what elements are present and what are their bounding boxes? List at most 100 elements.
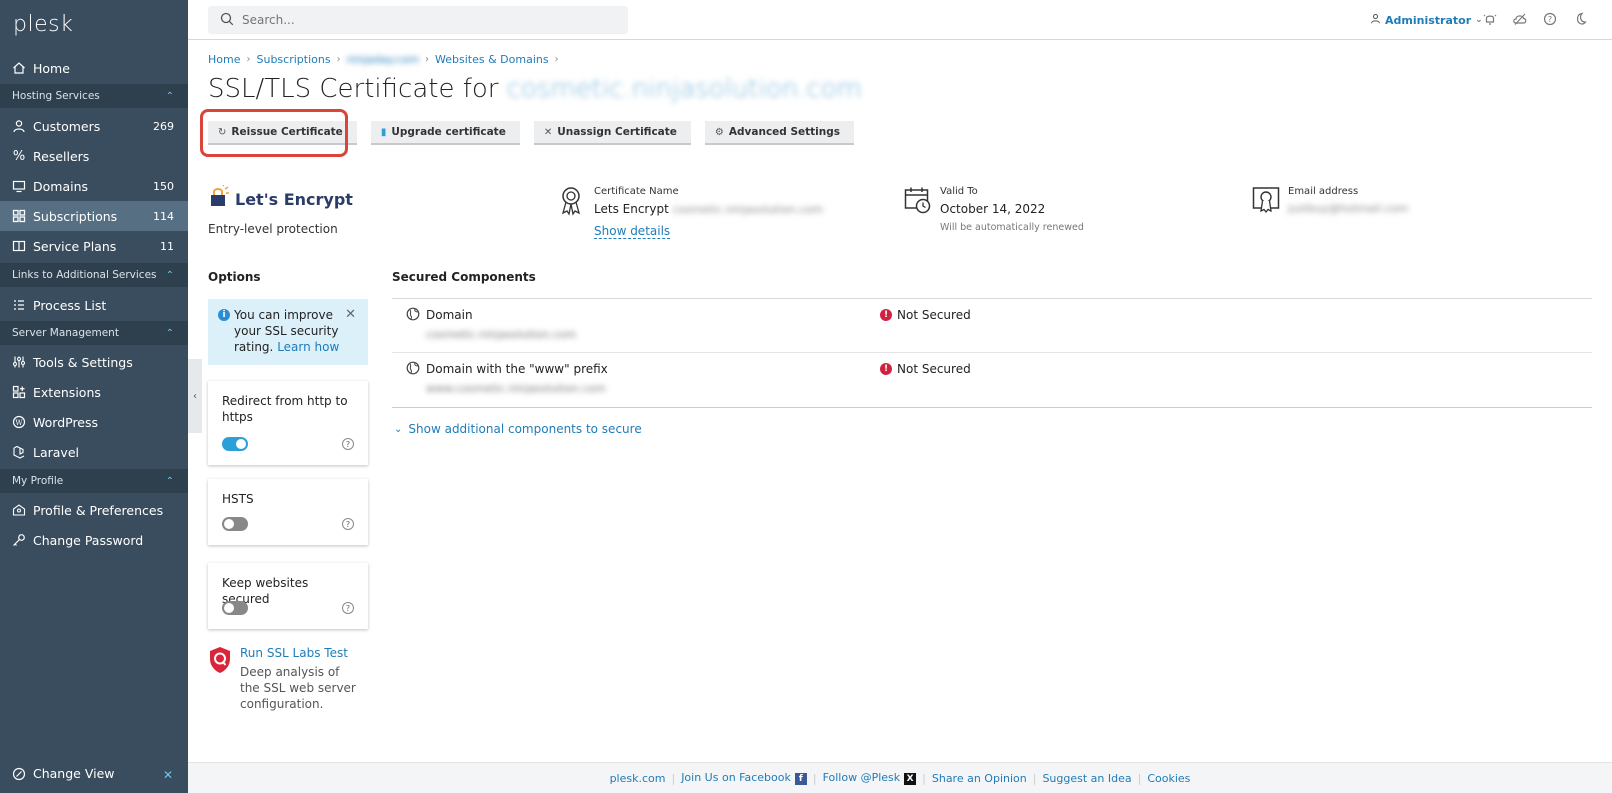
chevron-down-icon: ⌄	[394, 423, 403, 435]
info-icon: i	[218, 309, 230, 321]
service-plans-count: 11	[160, 239, 174, 253]
sidebar-item-process-list[interactable]: Process List	[0, 290, 188, 320]
upgrade-certificate-button[interactable]: ▮ Upgrade certificate	[370, 121, 520, 145]
sidebar-item-label: WordPress	[33, 414, 99, 430]
status-badge: ! Not Secured	[880, 308, 971, 322]
redirect-toggle[interactable]	[222, 437, 248, 451]
lets-encrypt-icon	[208, 183, 230, 213]
home-icon	[12, 61, 26, 75]
advanced-settings-button[interactable]: ⚙ Advanced Settings	[704, 121, 855, 145]
lock-icon: ▮	[380, 126, 387, 138]
keep-secured-toggle[interactable]	[222, 601, 248, 615]
hsts-toggle[interactable]	[222, 517, 248, 531]
help-icon[interactable]: ?	[342, 602, 354, 614]
globe-icon	[406, 361, 420, 378]
security-info-box: i You can improve your SSL security rati…	[208, 299, 368, 365]
footer-link-follow[interactable]: Follow @Plesk X	[817, 771, 923, 785]
run-ssl-labs-link[interactable]: Run SSL Labs Test	[240, 646, 348, 660]
chevron-up-icon: ⌃	[165, 475, 174, 487]
toggle-knob	[224, 603, 234, 613]
change-view-button[interactable]: Change View	[12, 766, 115, 781]
notifications-icon[interactable]	[1482, 11, 1498, 27]
toggle-knob	[236, 439, 246, 449]
valid-to-note: Will be automatically renewed	[940, 222, 1084, 233]
sidebar-item-resellers[interactable]: % Resellers	[0, 141, 188, 171]
footer-link-facebook[interactable]: Join Us on Facebook f	[675, 771, 813, 785]
hsts-label: HSTS	[222, 492, 254, 506]
sidebar-item-extensions[interactable]: Extensions	[0, 377, 188, 407]
secured-components-table: Domain cosmetic.ninjasolution.com ! Not S…	[392, 298, 1592, 408]
help-icon[interactable]: ?	[342, 438, 354, 450]
breadcrumb-subscriptions[interactable]: Subscriptions	[256, 53, 330, 66]
provider-subtitle: Entry-level protection	[208, 222, 338, 236]
error-icon: !	[880, 363, 892, 375]
sidebar-item-label: Extensions	[33, 384, 101, 400]
options-title: Options	[208, 270, 261, 284]
sidebar-item-label: Service Plans	[33, 238, 117, 254]
cloud-icon[interactable]	[1512, 11, 1528, 27]
ssl-labs-shield-icon	[208, 646, 232, 712]
sidebar-section-hosting[interactable]: Hosting Services ⌃	[0, 84, 188, 108]
button-label: Advanced Settings	[728, 126, 841, 138]
moon-icon[interactable]	[1572, 11, 1588, 27]
ssl-labs-block: Run SSL Labs Test Deep analysis of the S…	[208, 646, 360, 712]
grid-icon	[12, 209, 26, 223]
footer-link-plesk[interactable]: plesk.com	[604, 772, 672, 785]
user-menu[interactable]: Administrator ⌄	[1370, 13, 1483, 27]
status-text: Not Secured	[897, 308, 971, 322]
footer-link-cookies[interactable]: Cookies	[1141, 772, 1196, 785]
valid-to-label: Valid To	[940, 186, 978, 197]
show-details-link[interactable]: Show details	[594, 224, 671, 239]
close-icon[interactable]: ✕	[345, 307, 356, 323]
certificate-name-block: Certificate Name Lets Encrypt cosmetic.n…	[558, 186, 823, 239]
show-more-label: Show additional components to secure	[408, 422, 642, 436]
sidebar-collapse-handle[interactable]: ‹	[188, 359, 202, 433]
search-box[interactable]	[208, 6, 628, 34]
secured-components-title: Secured Components	[392, 270, 536, 284]
sidebar-section-links[interactable]: Links to Additional Services ⌃	[0, 263, 188, 287]
sidebar-item-label: Home	[33, 60, 70, 76]
breadcrumb-home[interactable]: Home	[208, 53, 240, 66]
close-icon[interactable]: ✕	[163, 768, 173, 782]
list-icon	[12, 298, 26, 312]
sidebar-item-wordpress[interactable]: W WordPress	[0, 407, 188, 437]
sidebar-item-domains[interactable]: Domains 150	[0, 171, 188, 201]
sidebar-item-service-plans[interactable]: Service Plans 11	[0, 231, 188, 261]
page-title: SSL/TLS Certificate for cosmetic.ninjaso…	[208, 74, 862, 104]
close-icon: ✕	[543, 126, 553, 138]
sidebar-item-customers[interactable]: Customers 269	[0, 111, 188, 141]
change-view-icon	[12, 767, 26, 781]
unassign-certificate-button[interactable]: ✕ Unassign Certificate	[533, 121, 691, 145]
help-icon[interactable]: ?	[342, 518, 354, 530]
redirect-option-card: Redirect from http to https ?	[208, 381, 368, 465]
breadcrumb-subscription[interactable]: ninjaday.com	[347, 53, 419, 66]
sidebar-item-change-password[interactable]: Change Password	[0, 525, 188, 555]
plesk-logo[interactable]: plesk	[13, 12, 73, 37]
sidebar-item-label: Domains	[33, 178, 89, 194]
breadcrumb-websites-domains[interactable]: Websites & Domains	[435, 53, 549, 66]
email-value: justbuy@hotmail.com	[1288, 202, 1409, 215]
customers-count: 269	[153, 119, 174, 133]
sidebar-item-profile-preferences[interactable]: Profile & Preferences	[0, 495, 188, 525]
sidebar-item-label: Laravel	[33, 444, 79, 460]
search-input[interactable]	[242, 13, 602, 27]
chevron-left-icon: ‹	[193, 390, 197, 402]
help-icon[interactable]: ?	[1542, 11, 1558, 27]
sidebar-item-label: Subscriptions	[33, 208, 118, 224]
sidebar-item-label: Tools & Settings	[33, 354, 133, 370]
sidebar-item-home[interactable]: Home	[0, 53, 188, 83]
monitor-icon	[12, 179, 26, 193]
sidebar-section-server[interactable]: Server Management ⌃	[0, 321, 188, 345]
footer-link-suggest-idea[interactable]: Suggest an Idea	[1036, 772, 1137, 785]
sidebar: plesk Home Hosting Services ⌃ Customers 2…	[0, 0, 188, 793]
calendar-clock-icon	[904, 186, 932, 216]
sidebar-item-laravel[interactable]: Laravel	[0, 437, 188, 467]
chevron-up-icon: ⌃	[165, 327, 174, 339]
sidebar-item-tools-settings[interactable]: Tools & Settings	[0, 347, 188, 377]
sidebar-item-subscriptions[interactable]: Subscriptions 114	[0, 201, 188, 231]
footer-link-share-opinion[interactable]: Share an Opinion	[926, 772, 1033, 785]
learn-how-link[interactable]: Learn how	[277, 340, 339, 354]
book-icon	[12, 239, 26, 253]
sidebar-section-profile[interactable]: My Profile ⌃	[0, 469, 188, 493]
show-additional-components-link[interactable]: ⌄ Show additional components to secure	[394, 422, 642, 436]
